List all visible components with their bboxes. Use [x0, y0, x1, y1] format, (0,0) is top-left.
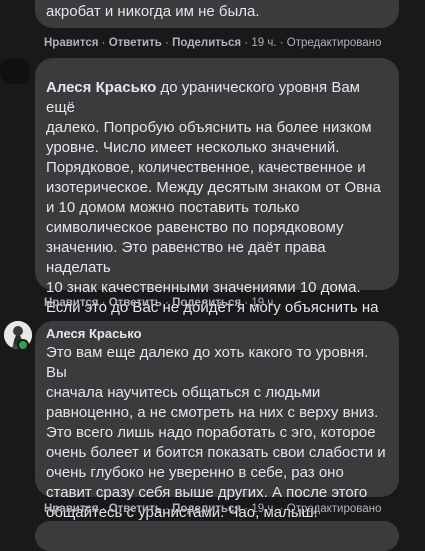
comment-actions: Нравится · Ответить · Поделиться · 19 ч.…: [44, 37, 382, 49]
share-button[interactable]: Поделиться: [172, 37, 241, 49]
comment-bubble: Алеся Красько Это вам еще далеко до хоть…: [35, 321, 399, 521]
reply-button[interactable]: Ответить: [109, 297, 162, 309]
reply-button[interactable]: Ответить: [109, 37, 162, 49]
edited-label: Отредактировано: [286, 503, 382, 515]
like-button[interactable]: Нравится: [44, 503, 98, 515]
redacted-avatar: [0, 58, 30, 84]
timestamp[interactable]: 19 ч.: [251, 297, 276, 309]
online-status-icon: [17, 339, 29, 351]
edited-label: Отредактировано: [286, 37, 382, 49]
share-button[interactable]: Поделиться: [172, 297, 241, 309]
comment-text: Это вам еще далеко до хоть какого то уро…: [46, 344, 386, 521]
share-button[interactable]: Поделиться: [172, 503, 241, 515]
reply-button[interactable]: Ответить: [109, 503, 162, 515]
comment-bubble: сатурном, кегли управителем в доме, не а…: [35, 0, 399, 28]
comment-actions: Нравится · Ответить · Поделиться · 19 ч.…: [44, 503, 382, 515]
timestamp[interactable]: 19 ч.: [251, 37, 276, 49]
comment-text: сатурном, кегли управителем в доме, не а…: [46, 3, 260, 20]
comment-actions: Нравится · Ответить · Поделиться · 19 ч.: [44, 297, 277, 309]
author-name[interactable]: Алеся Красько: [46, 325, 389, 343]
comment-bubble: Алеся Красько до уранического уровня Вам…: [35, 58, 399, 336]
author-name[interactable]: Алеся Красько: [46, 79, 156, 96]
like-button[interactable]: Нравится: [44, 297, 98, 309]
like-button[interactable]: Нравится: [44, 37, 98, 49]
timestamp[interactable]: 19 ч.: [251, 503, 276, 515]
